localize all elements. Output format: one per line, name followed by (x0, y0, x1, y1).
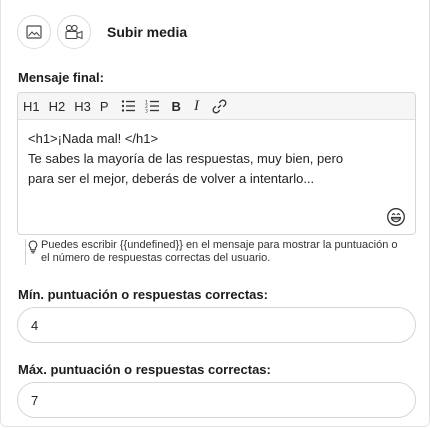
hint-text: Puedes escribir {{undefined}} en el mens… (41, 239, 398, 264)
upload-image-button[interactable] (17, 15, 51, 49)
video-camera-icon (65, 24, 83, 40)
italic-button[interactable]: I (194, 96, 199, 116)
editor-toolbar: H1 H2 H3 P 1 2 3 B I (18, 93, 415, 120)
min-score-value: 4 (31, 317, 39, 333)
emoji-icon (387, 208, 405, 226)
upload-media-label: Subir media (107, 24, 188, 40)
min-score-label: Mín. puntuación o respuestas correctas: (18, 287, 268, 302)
content-line: <h1>¡Nada mal! </h1> (28, 131, 159, 146)
final-message-label: Mensaje final: (18, 70, 104, 85)
svg-text:3: 3 (145, 109, 148, 114)
max-score-label: Máx. puntuación o respuestas correctas: (18, 362, 271, 377)
numbered-list-button[interactable]: 1 2 3 (145, 96, 160, 116)
heading3-button[interactable]: H3 (74, 96, 91, 116)
heading1-button[interactable]: H1 (23, 96, 40, 116)
max-score-value: 7 (31, 392, 39, 408)
content-line: para ser el mejor, deberás de volver a i… (28, 171, 315, 186)
heading2-button[interactable]: H2 (49, 96, 66, 116)
emoji-button[interactable] (386, 207, 406, 227)
numbered-list-icon: 1 2 3 (145, 100, 159, 114)
media-upload-row: Subir media (17, 15, 187, 49)
bold-button[interactable]: B (172, 96, 181, 116)
placeholder-hint: Puedes escribir {{undefined}} en el mens… (25, 239, 408, 265)
content-line: Te sabes la mayoría de las respuestas, m… (28, 151, 344, 166)
final-message-editor[interactable]: H1 H2 H3 P 1 2 3 B I <h1>¡Nada mal! </h1… (17, 92, 416, 235)
min-score-input[interactable]: 4 (17, 307, 416, 343)
link-icon (212, 99, 227, 113)
bullet-list-button[interactable] (121, 96, 136, 116)
paragraph-button[interactable]: P (100, 96, 109, 116)
link-button[interactable] (211, 96, 228, 116)
bullet-list-icon (121, 100, 135, 112)
max-score-input[interactable]: 7 (17, 382, 416, 418)
editor-content[interactable]: <h1>¡Nada mal! </h1> Te sabes la mayoría… (18, 120, 415, 189)
lightbulb-icon (28, 240, 38, 254)
upload-video-button[interactable] (57, 15, 91, 49)
image-icon (26, 25, 42, 39)
